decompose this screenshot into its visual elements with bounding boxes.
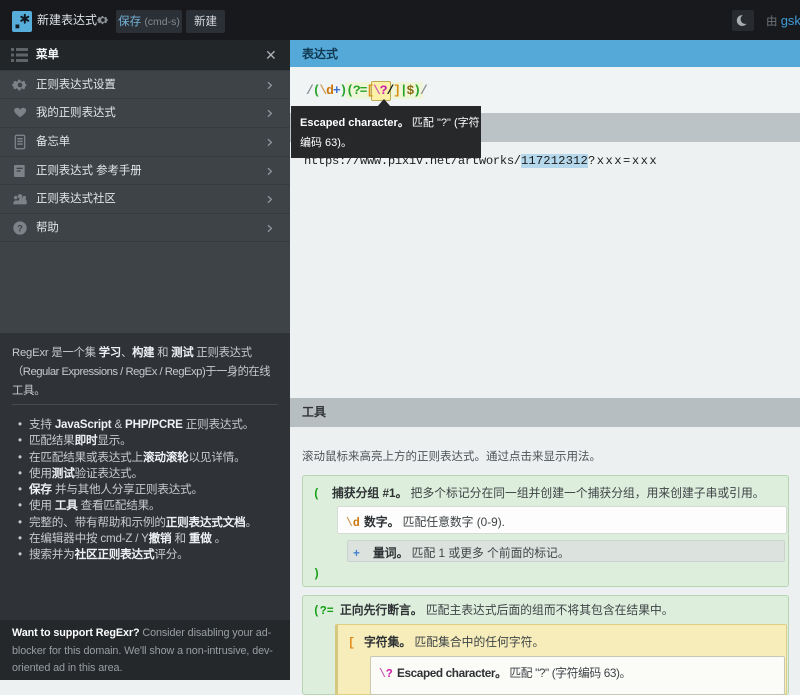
svg-text:?: ? bbox=[17, 223, 23, 233]
